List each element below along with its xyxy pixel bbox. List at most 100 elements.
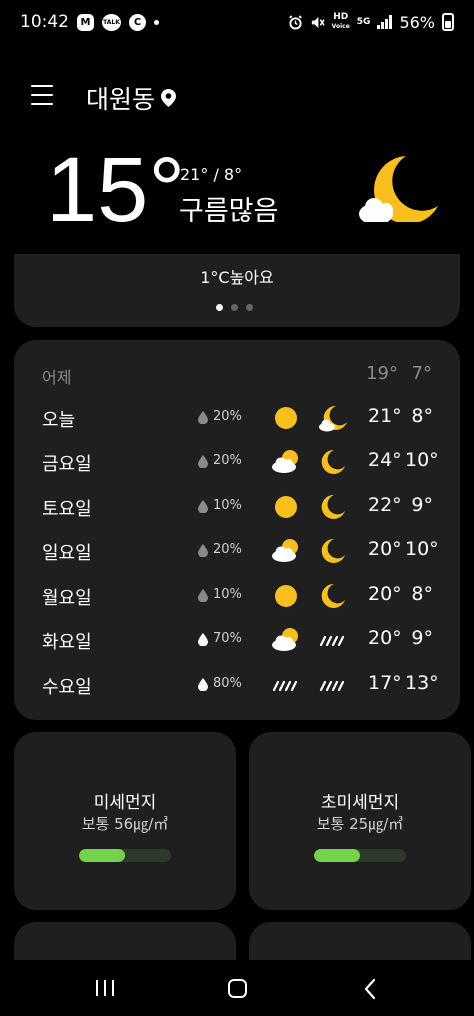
forecast-low: 13° <box>405 672 439 694</box>
moon-icon <box>317 492 349 522</box>
c-app-icon: C <box>129 13 146 31</box>
status-time: 10:42 <box>20 12 69 32</box>
precip-chance: 20% <box>213 453 242 468</box>
status-left: 10:42 M TALK C <box>20 12 159 32</box>
pager-dot[interactable] <box>246 304 253 311</box>
network-type: 5G <box>356 16 371 27</box>
yesterday-label: 어제 <box>42 368 72 387</box>
forecast-high: 20° <box>368 538 402 560</box>
precip-chance: 10% <box>213 587 242 602</box>
ultrafine-dust-card[interactable]: 초미세먼지 보통 25㎍/㎥ <box>249 732 471 910</box>
sun-cloud-icon <box>270 447 302 477</box>
forecast-day: 월요일 <box>42 588 92 609</box>
forecast-day: 오늘 <box>42 410 76 431</box>
raindrop-icon <box>198 589 208 602</box>
mute-icon <box>311 16 325 28</box>
precip-chance: 20% <box>213 409 242 424</box>
recent-apps-button[interactable] <box>96 980 114 996</box>
forecast-high: 20° <box>368 583 402 605</box>
rain-icon <box>317 625 349 655</box>
forecast-row[interactable]: 월요일 10% 20° 8° <box>0 576 474 616</box>
sun-icon <box>270 581 302 611</box>
forecast-row[interactable]: 토요일 10% 22° 9° <box>0 487 474 527</box>
fine-dust-bar <box>79 849 171 862</box>
forecast-high: 22° <box>368 494 402 516</box>
precip-chance: 70% <box>213 631 242 646</box>
pager-dot[interactable] <box>231 304 238 311</box>
ultrafine-dust-title: 초미세먼지 <box>320 793 400 813</box>
more-notifications-icon <box>154 19 159 25</box>
forecast-day: 수요일 <box>42 677 92 698</box>
status-bar: 10:42 M TALK C HD Voice 5G 56% <box>0 0 474 44</box>
forecast-day: 화요일 <box>42 632 92 653</box>
forecast-day: 금요일 <box>42 454 92 475</box>
fine-dust-bar-fill <box>79 849 125 862</box>
forecast-day: 토요일 <box>42 499 92 520</box>
hd-voice-indicator: HD Voice <box>332 13 350 31</box>
forecast-high: 20° <box>368 627 402 649</box>
current-high-low: 21° / 8° <box>180 165 243 184</box>
raindrop-icon <box>198 544 208 557</box>
location-header[interactable]: 대원동 <box>86 80 177 116</box>
raindrop-icon <box>198 633 208 646</box>
m-app-icon: M <box>77 13 94 31</box>
raindrop-icon <box>198 411 208 424</box>
pager-dot-active[interactable] <box>216 304 223 311</box>
forecast-low: 10° <box>405 538 439 560</box>
forecast-row[interactable]: 수요일 80% 17° 13° <box>0 665 474 705</box>
forecast-high: 21° <box>368 405 402 427</box>
raindrop-icon <box>198 455 208 468</box>
navigation-bar <box>0 960 474 1016</box>
forecast-day: 일요일 <box>42 543 92 564</box>
battery-percent: 56% <box>399 12 435 32</box>
moon-icon <box>317 536 349 566</box>
forecast-row[interactable]: 금요일 20% 24° 10° <box>0 442 474 482</box>
precip-chance: 20% <box>213 542 242 557</box>
sun-cloud-icon <box>270 536 302 566</box>
signal-icon <box>377 15 393 29</box>
menu-icon[interactable] <box>31 85 53 105</box>
forecast-row[interactable]: 화요일 70% 20° 9° <box>0 620 474 660</box>
forecast-low: 9° <box>411 627 433 649</box>
back-button[interactable] <box>362 978 378 1000</box>
forecast-low: 10° <box>405 449 439 471</box>
kakaotalk-icon: TALK <box>102 13 121 31</box>
crescent-moon-cloud-icon <box>359 156 438 225</box>
sun-cloud-icon <box>270 625 302 655</box>
status-right: HD Voice 5G 56% <box>288 13 454 32</box>
raindrop-icon <box>198 678 208 691</box>
forecast-row[interactable]: 오늘 20% 21° 8° <box>0 398 474 438</box>
precip-chance: 80% <box>213 676 242 691</box>
rain-icon <box>270 670 302 700</box>
forecast-high: 17° <box>368 672 402 694</box>
detail-pager[interactable] <box>216 304 253 311</box>
rain-icon <box>317 670 349 700</box>
fine-dust-card[interactable]: 미세먼지 보통 56㎍/㎥ <box>14 732 236 910</box>
forecast-low: 9° <box>411 494 433 516</box>
forecast-row[interactable]: 일요일 20% 20° 10° <box>0 531 474 571</box>
weekly-forecast-card[interactable] <box>14 340 460 720</box>
location-pin-icon <box>161 89 177 107</box>
ultrafine-dust-bar-fill <box>314 849 360 862</box>
ultrafine-dust-bar <box>314 849 406 862</box>
forecast-low: 8° <box>411 583 433 605</box>
moon-icon <box>317 581 349 611</box>
alarm-icon <box>288 14 302 30</box>
battery-icon <box>442 13 454 31</box>
sun-icon <box>270 492 302 522</box>
fine-dust-title: 미세먼지 <box>93 793 157 813</box>
yesterday-high: 19° <box>366 363 398 384</box>
fine-dust-value: 보통 56㎍/㎥ <box>81 815 169 833</box>
sun-icon <box>270 403 302 433</box>
precip-chance: 10% <box>213 498 242 513</box>
scroll-mask <box>0 222 474 254</box>
ultrafine-dust-value: 보통 25㎍/㎥ <box>316 815 404 833</box>
hd-label: HD <box>333 12 349 22</box>
raindrop-icon <box>198 500 208 513</box>
yesterday-low: 7° <box>411 363 432 384</box>
hd-sub-label: Voice <box>331 23 350 30</box>
home-button[interactable] <box>228 979 247 998</box>
detail-compare-text: 1°C높아요 <box>200 268 274 287</box>
moon-icon <box>317 447 349 477</box>
location-name: 대원동 <box>86 85 156 114</box>
